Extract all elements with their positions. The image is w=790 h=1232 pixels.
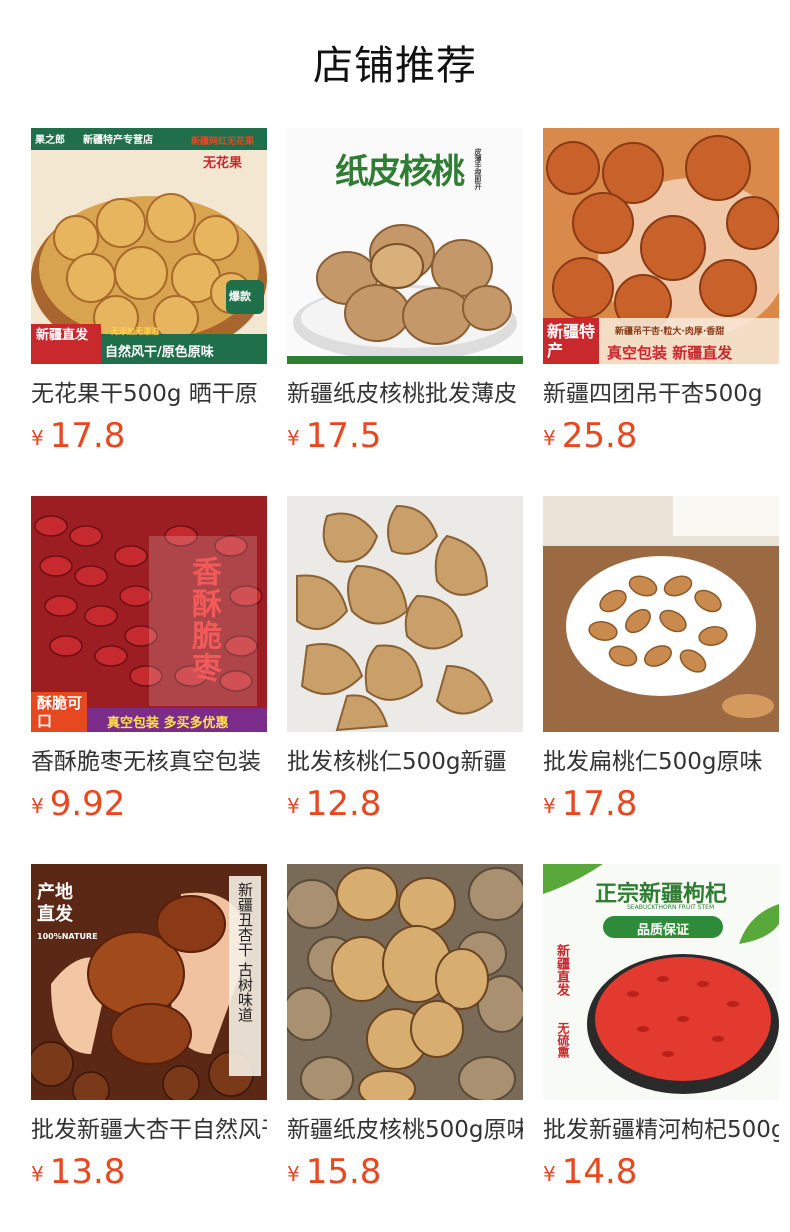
price-value: 15.8 bbox=[305, 1152, 382, 1192]
vertical-badge: 新疆丑杏干 古树味道 bbox=[236, 882, 254, 1022]
product-price: ¥12.8 bbox=[287, 784, 381, 824]
nature-badge: 100%NATURE bbox=[37, 932, 98, 941]
tagline-badge: 真空包装 新疆直发 bbox=[607, 344, 733, 362]
currency-symbol: ¥ bbox=[543, 794, 556, 818]
side-badge-a: 新疆直发 bbox=[554, 944, 569, 996]
product-price: ¥17.8 bbox=[31, 416, 125, 456]
product-card[interactable]: 果之郎 新疆特产专营店 新疆网红无花果 无花果 爆款 新疆直发 无添加无漂泊 自… bbox=[31, 128, 267, 496]
product-title[interactable]: 香酥脆枣无核真空包装 bbox=[31, 746, 267, 778]
price-value: 17.5 bbox=[305, 416, 382, 456]
product-image-large-apricots[interactable]: 产地直发 100%NATURE 新疆丑杏干 古树味道 bbox=[31, 864, 267, 1100]
price-value: 17.8 bbox=[561, 784, 638, 824]
currency-symbol: ¥ bbox=[31, 794, 44, 818]
product-card[interactable]: 批发扁桃仁500g原味 ¥17.8 bbox=[543, 496, 779, 864]
product-price: ¥13.8 bbox=[31, 1152, 125, 1192]
product-title[interactable]: 无花果干500g 晒干原 bbox=[31, 378, 267, 410]
product-price: ¥14.8 bbox=[543, 1152, 637, 1192]
product-title[interactable]: 批发新疆精河枸杞500g bbox=[543, 1114, 779, 1146]
product-grid: 果之郎 新疆特产专营店 新疆网红无花果 无花果 爆款 新疆直发 无添加无漂泊 自… bbox=[31, 128, 779, 1232]
product-card[interactable]: 纸皮核桃 皮薄手捏即开 新疆纸皮核桃批发薄皮 ¥17.5 bbox=[287, 128, 523, 496]
tagline-badge: 真空包装 多买多优惠 bbox=[107, 716, 229, 731]
price-value: 14.8 bbox=[561, 1152, 638, 1192]
brand-badge: 果之郎 bbox=[35, 135, 65, 146]
product-name-badge: 无花果 bbox=[203, 156, 243, 171]
side-note-badge: 皮薄手捏即开 bbox=[474, 148, 482, 190]
product-image-dates[interactable]: 香酥脆枣 酥脆可口 真空包装 多买多优惠 bbox=[31, 496, 267, 732]
page-title: 店铺推荐 bbox=[313, 43, 477, 89]
currency-symbol: ¥ bbox=[31, 426, 44, 450]
currency-symbol: ¥ bbox=[543, 1162, 556, 1186]
product-card[interactable]: 产地直发 100%NATURE 新疆丑杏干 古树味道 批发新疆大杏干自然风干 ¥… bbox=[31, 864, 267, 1232]
sub-badge: 无添加无漂泊 bbox=[111, 327, 159, 336]
currency-symbol: ¥ bbox=[287, 1162, 300, 1186]
product-card[interactable]: 香酥脆枣 酥脆可口 真空包装 多买多优惠 香酥脆枣无核真空包装 ¥9.92 bbox=[31, 496, 267, 864]
price-value: 13.8 bbox=[49, 1152, 126, 1192]
currency-symbol: ¥ bbox=[287, 426, 300, 450]
product-price: ¥15.8 bbox=[287, 1152, 381, 1192]
hot-badge: 爆款 bbox=[229, 290, 251, 303]
origin-badge: 产地直发 bbox=[37, 882, 73, 925]
product-image-cracked-walnuts[interactable] bbox=[287, 864, 523, 1100]
product-card[interactable]: 正宗新疆枸杞 SEABUCKTHORN FRUIT STEM 品质保证 新疆直发… bbox=[543, 864, 779, 1232]
product-title[interactable]: 新疆纸皮核桃批发薄皮 bbox=[287, 378, 523, 410]
product-image-almonds[interactable] bbox=[543, 496, 779, 732]
product-image-walnuts[interactable]: 纸皮核桃 皮薄手捏即开 bbox=[287, 128, 523, 364]
product-image-figs[interactable]: 果之郎 新疆特产专营店 新疆网红无花果 无花果 爆款 新疆直发 无添加无漂泊 自… bbox=[31, 128, 267, 364]
price-value: 9.92 bbox=[49, 784, 126, 824]
product-name-badge: 香酥脆枣 bbox=[186, 556, 221, 684]
product-card[interactable]: 新疆纸皮核桃500g原味 ¥15.8 bbox=[287, 864, 523, 1232]
tagline-badge: 自然风干/原色原味 bbox=[105, 345, 214, 360]
product-price: ¥9.92 bbox=[31, 784, 125, 824]
product-title[interactable]: 新疆纸皮核桃500g原味 bbox=[287, 1114, 523, 1146]
product-price: ¥17.5 bbox=[287, 416, 381, 456]
product-card[interactable]: 批发核桃仁500g新疆 ¥12.8 bbox=[287, 496, 523, 864]
product-image-goji[interactable]: 正宗新疆枸杞 SEABUCKTHORN FRUIT STEM 品质保证 新疆直发… bbox=[543, 864, 779, 1100]
product-name-badge: 纸皮核桃 bbox=[335, 152, 465, 192]
side-badge-b: 无硫熏 bbox=[556, 1022, 570, 1058]
product-image-walnut-kernels[interactable] bbox=[287, 496, 523, 732]
product-title[interactable]: 批发核桃仁500g新疆 bbox=[287, 746, 523, 778]
price-value: 12.8 bbox=[305, 784, 382, 824]
currency-symbol: ¥ bbox=[543, 426, 556, 450]
product-price: ¥17.8 bbox=[543, 784, 637, 824]
corner-badge: 酥脆可口 bbox=[37, 694, 83, 730]
flavor-badge: 新疆网红无花果 bbox=[191, 137, 255, 147]
price-value: 17.8 bbox=[49, 416, 126, 456]
price-value: 25.8 bbox=[561, 416, 638, 456]
product-title[interactable]: 新疆四团吊干杏500g bbox=[543, 378, 779, 410]
origin-badge: 新疆特产 bbox=[547, 322, 596, 360]
currency-symbol: ¥ bbox=[31, 1162, 44, 1186]
product-image-apricots[interactable]: 新疆特产 新疆吊干杏·粒大·肉厚·香甜 真空包装 新疆直发 bbox=[543, 128, 779, 364]
quality-badge: 品质保证 bbox=[637, 923, 690, 938]
product-title[interactable]: 批发新疆大杏干自然风干 bbox=[31, 1114, 267, 1146]
product-card[interactable]: 新疆特产 新疆吊干杏·粒大·肉厚·香甜 真空包装 新疆直发 新疆四团吊干杏500… bbox=[543, 128, 779, 496]
shop-badge: 新疆特产专营店 bbox=[83, 135, 153, 146]
product-price: ¥25.8 bbox=[543, 416, 637, 456]
english-name-badge: SEABUCKTHORN FRUIT STEM bbox=[627, 904, 715, 911]
origin-badge: 新疆直发 bbox=[36, 328, 89, 343]
product-title[interactable]: 批发扁桃仁500g原味 bbox=[543, 746, 779, 778]
currency-symbol: ¥ bbox=[287, 794, 300, 818]
features-badge: 新疆吊干杏·粒大·肉厚·香甜 bbox=[615, 327, 725, 337]
